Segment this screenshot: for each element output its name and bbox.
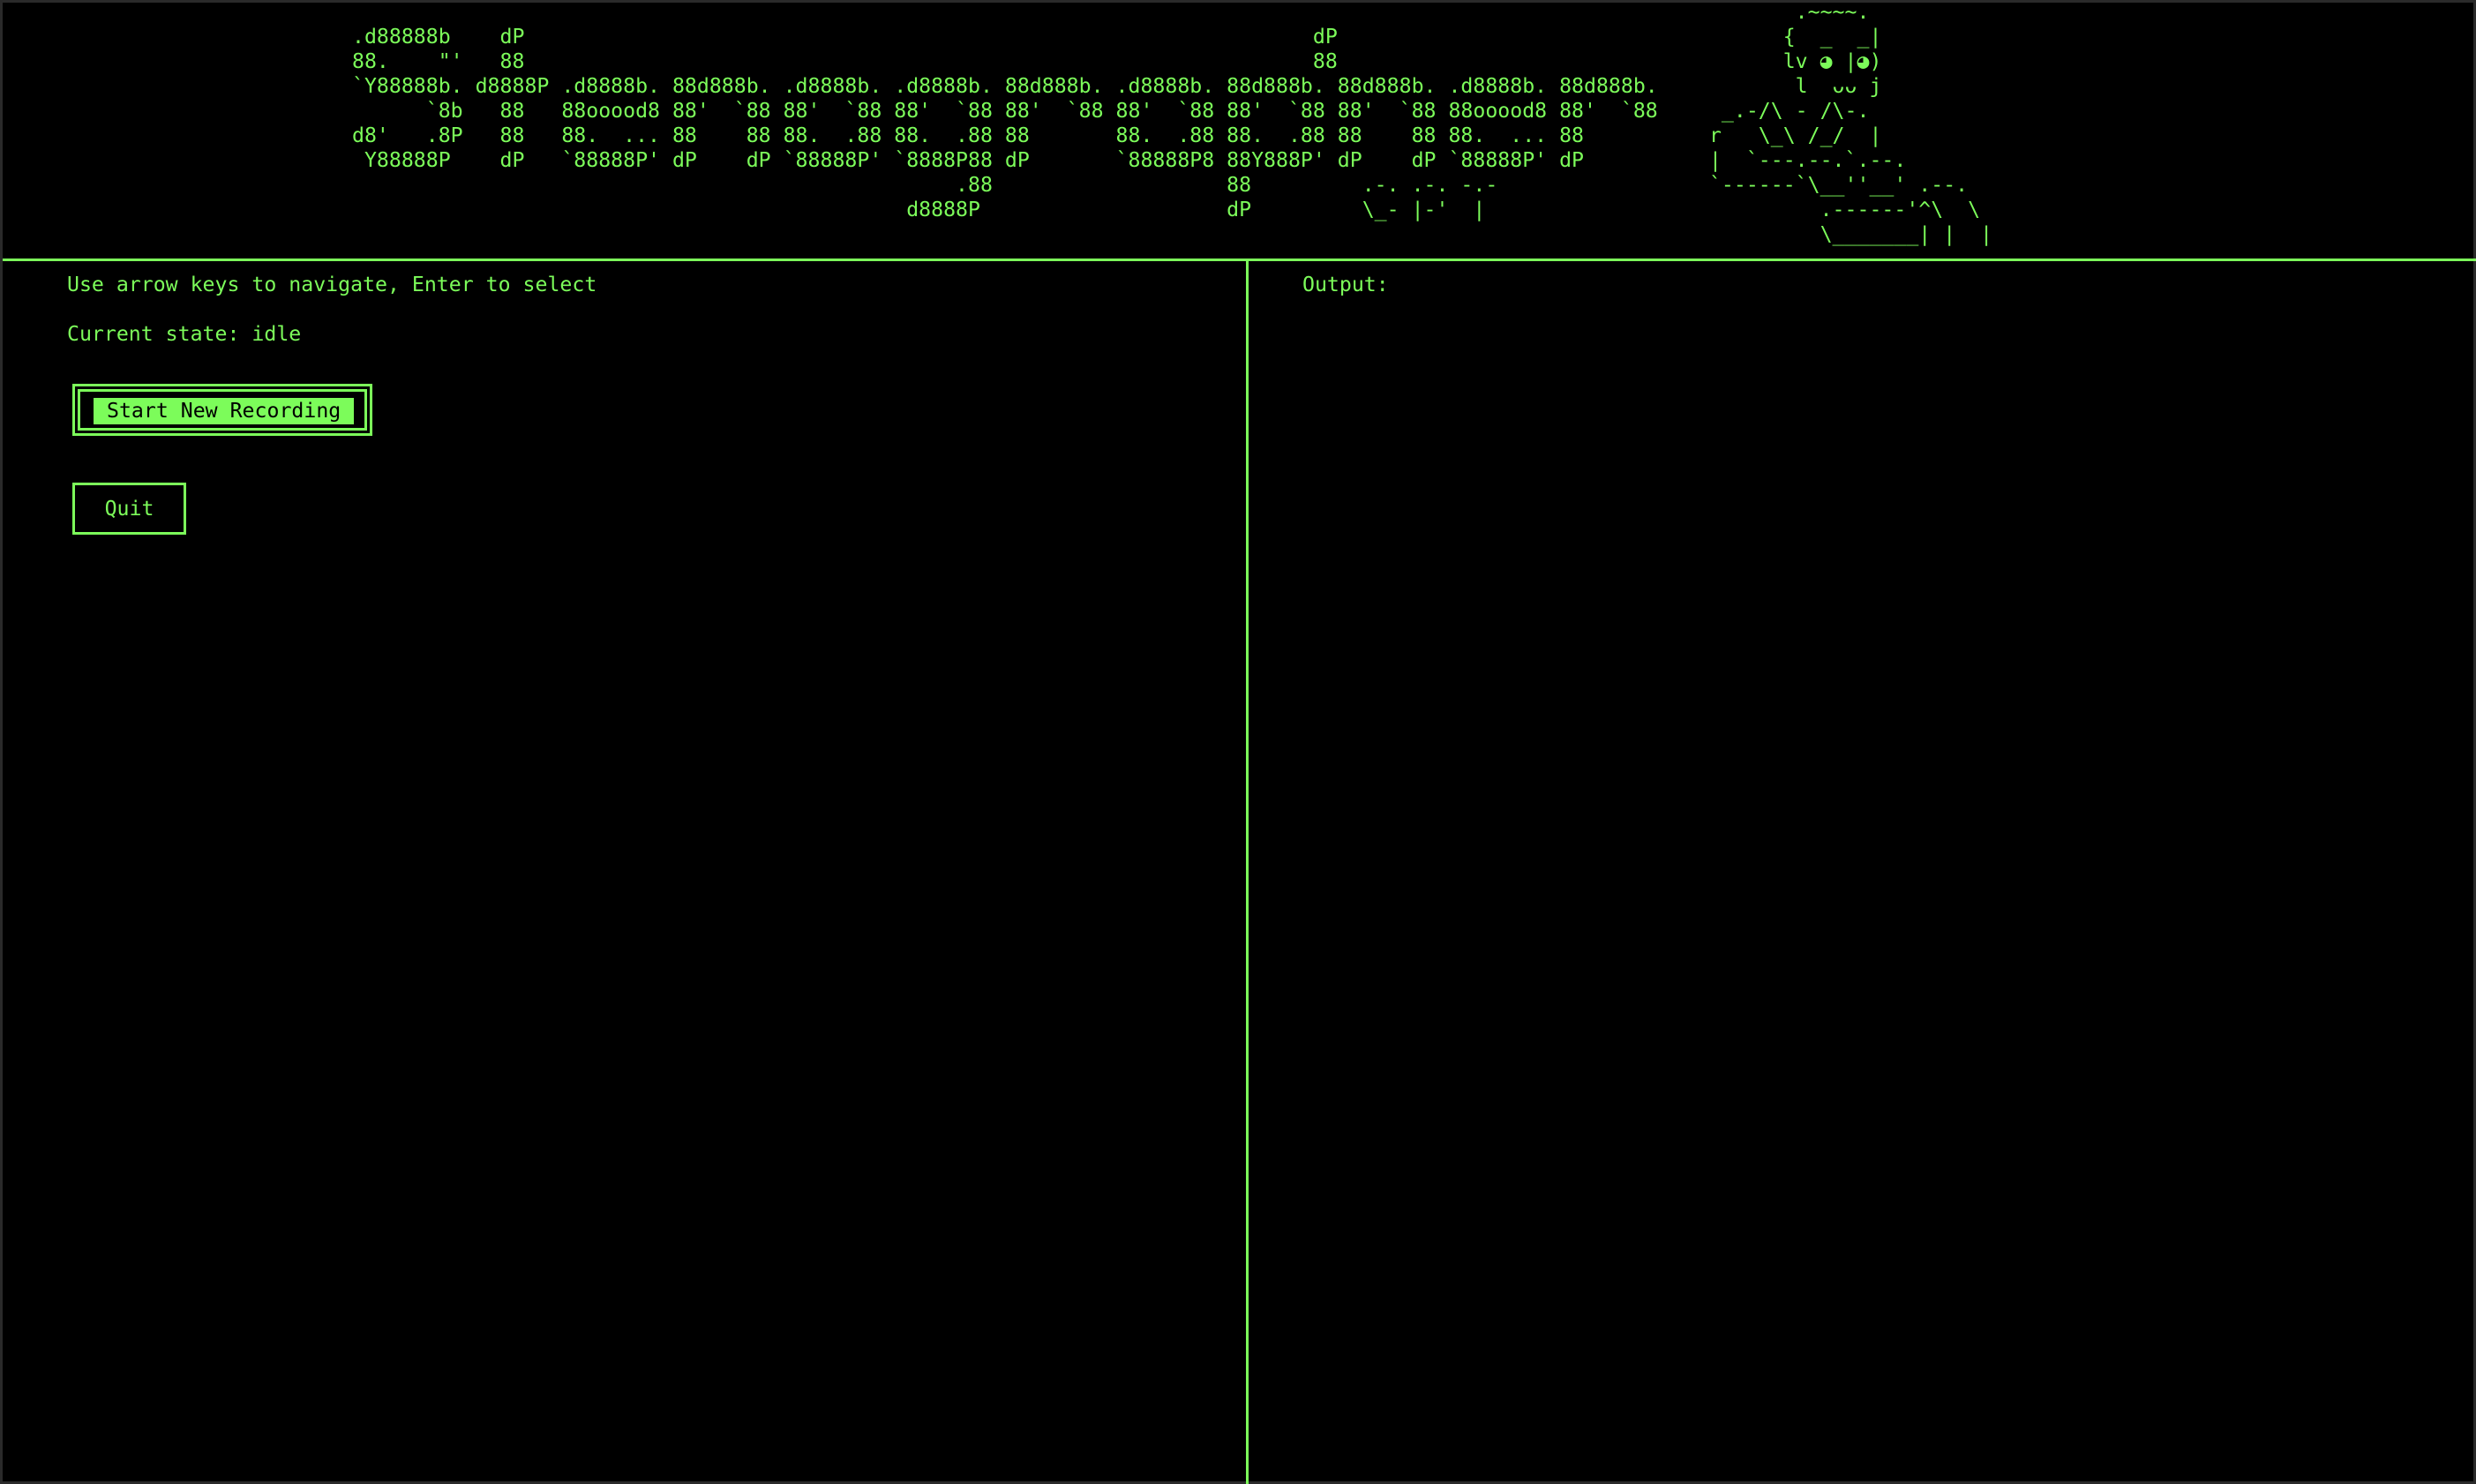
quit-button[interactable]: Quit [72, 483, 186, 535]
current-state: Current state: idle [67, 322, 301, 347]
header-banner: .d88888b dP dP 88. "' 88 88 `Y88888b. d8… [3, 0, 2476, 259]
state-value: idle [251, 322, 302, 346]
app-logo-ascii-art: .d88888b dP dP 88. "' 88 88 `Y88888b. d8… [352, 25, 1658, 221]
terminal-window: .d88888b dP dP 88. "' 88 88 `Y88888b. d8… [0, 0, 2476, 1484]
quit-label: Quit [104, 497, 154, 521]
output-panel[interactable]: Output: [1249, 261, 2476, 1484]
menu-panel: Use arrow keys to navigate, Enter to sel… [3, 261, 1246, 1484]
mascot-ascii-art: .~~~~. { _ _| lv ◕ |◕) l ᴗᴗ j _.-/\ - /\… [1708, 0, 1993, 246]
start-new-recording-button[interactable]: Start New Recording [72, 384, 372, 436]
start-new-recording-label: Start New Recording [94, 398, 355, 424]
output-label: Output: [1302, 273, 1389, 296]
state-label: Current state: [67, 322, 240, 346]
instructions-text: Use arrow keys to navigate, Enter to sel… [67, 273, 597, 296]
